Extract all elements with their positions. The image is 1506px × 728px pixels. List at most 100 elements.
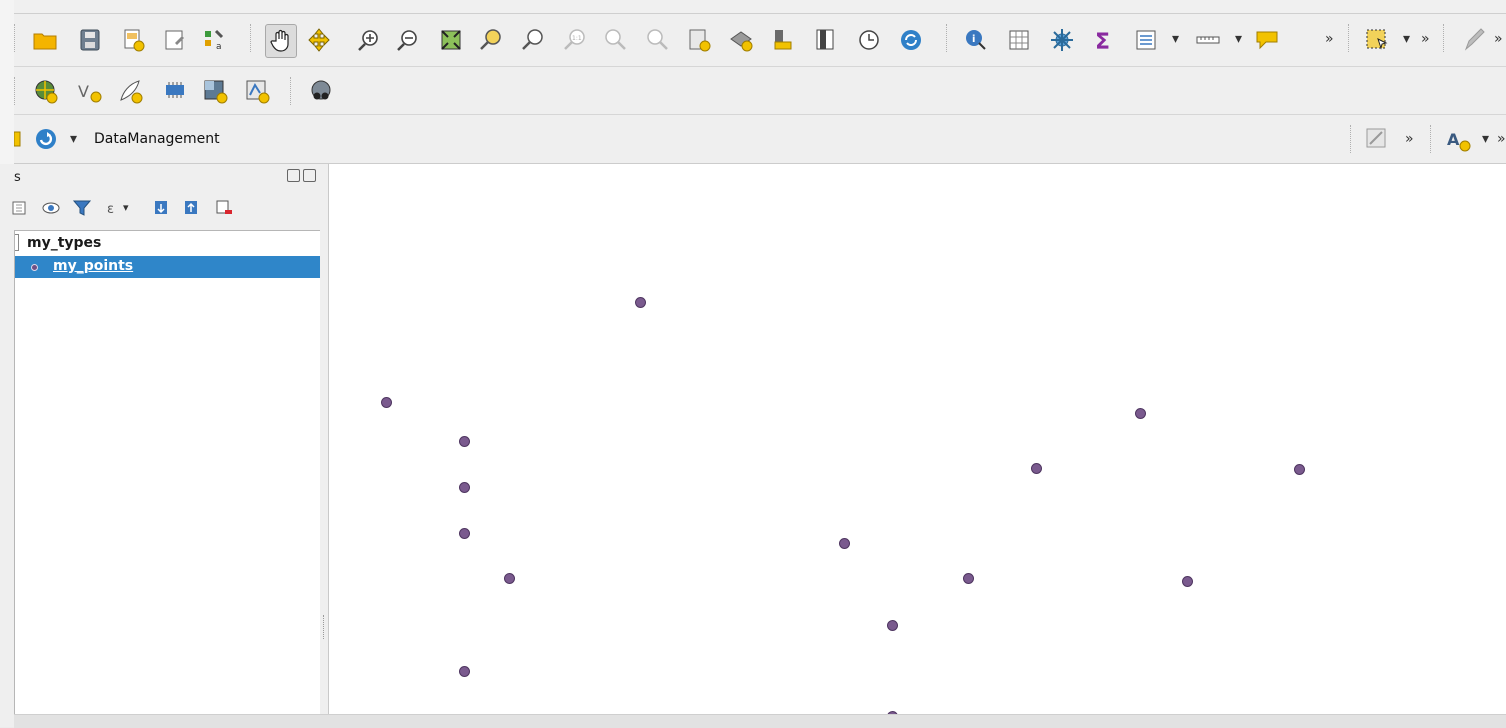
new-spatial-bookmark-icon[interactable] <box>686 27 712 53</box>
zoom-last-icon[interactable] <box>602 27 628 53</box>
dropdown-arrow[interactable]: ▾ <box>123 201 129 214</box>
svg-text:i: i <box>972 34 975 45</box>
panel-splitter[interactable] <box>320 164 328 727</box>
map-point-feature[interactable] <box>887 620 898 631</box>
zoom-out-icon[interactable] <box>395 27 421 53</box>
zoom-next-icon[interactable] <box>644 27 670 53</box>
filter-legend-icon[interactable] <box>72 197 92 219</box>
close-panel-icon[interactable] <box>303 169 316 182</box>
add-wms-layer-icon[interactable] <box>32 78 58 104</box>
map-point-feature[interactable] <box>504 573 515 584</box>
project-icon[interactable] <box>14 126 22 152</box>
map-point-feature[interactable] <box>1294 464 1305 475</box>
map-point-feature[interactable] <box>1182 576 1193 587</box>
layer-tree[interactable]: my_types my_points <box>14 230 322 728</box>
new-shapefile-layer-icon[interactable] <box>117 78 143 104</box>
map-point-feature[interactable] <box>635 297 646 308</box>
map-point-feature[interactable] <box>459 482 470 493</box>
toolbar-separator <box>290 77 293 105</box>
open-attribute-table-icon[interactable] <box>1006 27 1032 53</box>
layer-style-icon[interactable] <box>10 197 30 219</box>
add-virtual-layer-icon[interactable]: V <box>76 78 102 104</box>
map-point-feature[interactable] <box>963 573 974 584</box>
map-point-feature[interactable] <box>1135 408 1146 419</box>
toolbar-overflow[interactable]: » <box>1497 131 1506 147</box>
digitize-icon[interactable] <box>1460 27 1486 53</box>
toolbar-separator <box>1443 24 1446 52</box>
zoom-to-selection-icon[interactable] <box>478 27 504 53</box>
svg-text:ε: ε <box>107 202 114 217</box>
remove-layer-icon[interactable] <box>214 197 234 219</box>
toolbar-separator <box>1348 24 1351 52</box>
new-map-view-icon[interactable] <box>812 27 838 53</box>
layer-name[interactable]: my_points <box>53 258 133 274</box>
toolbox-icon[interactable] <box>1049 27 1075 53</box>
data-source-toolbar <box>14 67 1506 115</box>
measure-line-icon[interactable] <box>1195 27 1221 53</box>
map-point-feature[interactable] <box>459 436 470 447</box>
zoom-to-layer-icon[interactable] <box>520 27 546 53</box>
map-point-feature[interactable] <box>459 528 470 539</box>
identify-features-icon[interactable]: i <box>963 27 989 53</box>
svg-text:V: V <box>78 82 89 101</box>
zoom-native-resolution-icon[interactable]: 1:1 <box>562 27 588 53</box>
map-point-feature[interactable] <box>459 666 470 677</box>
map-point-feature[interactable] <box>381 397 392 408</box>
zoom-full-icon[interactable] <box>438 27 464 53</box>
refresh-icon[interactable] <box>898 27 924 53</box>
toolbar-overflow[interactable]: » <box>1494 31 1503 47</box>
dropdown-arrow[interactable]: ▾ <box>1172 31 1179 47</box>
temporal-controller-icon[interactable] <box>856 27 882 53</box>
toolbar-separator <box>946 24 949 52</box>
splitter-grip[interactable] <box>323 615 326 639</box>
toolbar-overflow[interactable]: » <box>1405 131 1414 147</box>
rotate-icon[interactable] <box>33 126 59 152</box>
status-bar <box>14 714 1506 728</box>
layout-manager-icon[interactable] <box>162 27 188 53</box>
add-raster-layer-icon[interactable] <box>202 78 228 104</box>
label-toolbar-icon[interactable]: A <box>1445 126 1471 152</box>
save-project-icon[interactable] <box>77 27 103 53</box>
map-point-feature[interactable] <box>839 538 850 549</box>
show-map-tips-icon[interactable] <box>1254 27 1280 53</box>
pan-map-icon[interactable] <box>265 24 297 58</box>
select-features-icon[interactable] <box>1364 27 1390 53</box>
dropdown-arrow[interactable]: ▾ <box>1403 31 1410 47</box>
float-panel-icon[interactable] <box>287 169 300 182</box>
manage-map-themes-icon[interactable] <box>41 197 61 219</box>
layer-row-selected[interactable]: my_points <box>15 256 321 278</box>
digitize-shape-icon[interactable] <box>1364 126 1390 152</box>
dropdown-arrow[interactable]: ▾ <box>1235 31 1242 47</box>
point-symbol-icon <box>31 264 38 271</box>
show-bookmarks-icon[interactable] <box>728 27 754 53</box>
new-print-layout-icon[interactable] <box>120 27 146 53</box>
svg-text:Σ: Σ <box>1095 30 1110 53</box>
svg-text:A: A <box>1447 130 1460 149</box>
filter-by-expression-icon[interactable]: ε <box>104 197 124 219</box>
data-management-toolbar-label[interactable]: DataManagement <box>94 131 220 147</box>
map-canvas[interactable] <box>328 164 1506 714</box>
toolbar-separator <box>1430 125 1433 153</box>
pan-to-selection-icon[interactable] <box>306 27 332 53</box>
statistical-summary-icon[interactable]: Σ <box>1091 27 1117 53</box>
add-vector-layer-icon[interactable] <box>244 78 270 104</box>
collapse-all-icon[interactable] <box>182 197 202 219</box>
new-3d-map-icon[interactable] <box>770 27 796 53</box>
style-manager-icon[interactable]: a <box>202 27 228 53</box>
map-point-feature[interactable] <box>1031 463 1042 474</box>
svg-text:a: a <box>216 42 222 52</box>
expand-all-icon[interactable] <box>152 197 172 219</box>
open-field-calculator-icon[interactable] <box>1133 27 1159 53</box>
svg-text:1:1: 1:1 <box>572 35 582 42</box>
group-checkbox[interactable] <box>15 234 19 251</box>
open-project-icon[interactable] <box>32 27 58 53</box>
dropdown-arrow[interactable]: ▾ <box>1482 131 1489 147</box>
toolbar-overflow[interactable]: » <box>1421 31 1430 47</box>
zoom-in-icon[interactable] <box>356 27 382 53</box>
metasearch-icon[interactable] <box>308 78 334 104</box>
layer-group-name[interactable]: my_types <box>27 235 101 251</box>
toolbar-overflow[interactable]: » <box>1325 31 1334 47</box>
dropdown-arrow[interactable]: ▾ <box>70 131 77 147</box>
main-toolbar <box>14 14 1506 67</box>
add-mesh-layer-icon[interactable] <box>162 78 188 104</box>
